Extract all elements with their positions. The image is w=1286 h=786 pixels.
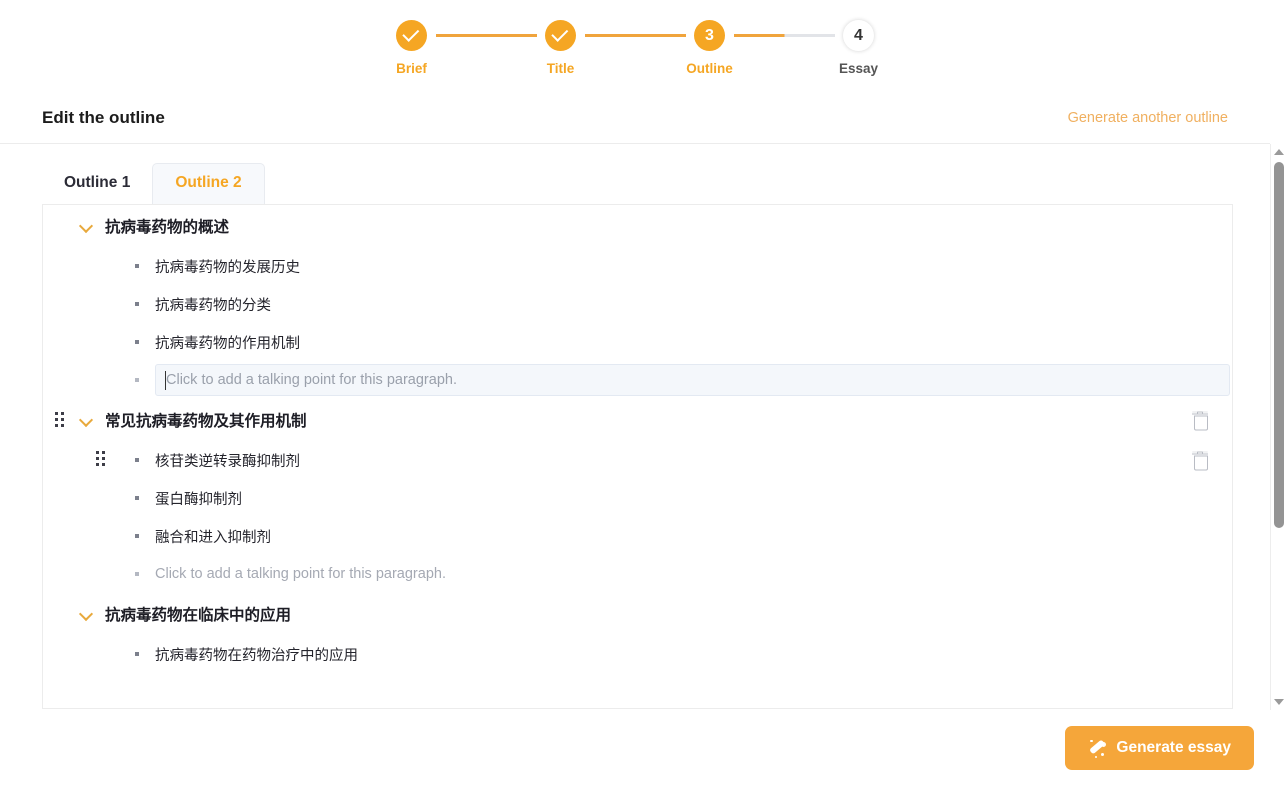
scroll-down-button[interactable]	[1271, 694, 1286, 710]
stepper-step-outline[interactable]: 3 Outline	[686, 20, 734, 76]
talking-point-text: 核苷类逆转录酶抑制剂	[155, 453, 300, 470]
outline-section-header[interactable]: 抗病毒药物在临床中的应用	[43, 593, 1232, 635]
chevron-down-icon[interactable]	[79, 219, 93, 233]
text-caret	[165, 371, 166, 390]
stepper-connector-3	[733, 34, 835, 37]
outline-section: 常见抗病毒药物及其作用机制核苷类逆转录酶抑制剂 蛋白酶抑制剂融合和进入抑制剂 Cli…	[43, 399, 1232, 593]
outline-section-header[interactable]: 抗病毒药物的概述	[43, 205, 1232, 247]
stepper-step-brief[interactable]: Brief	[388, 20, 436, 76]
tab-outline-2[interactable]: Outline 2	[152, 163, 265, 204]
stepper-step-label: Brief	[396, 61, 427, 76]
stepper-step-title[interactable]: Title	[537, 20, 585, 76]
scrollbar-thumb[interactable]	[1274, 162, 1284, 528]
bullet-icon	[135, 378, 139, 382]
talking-point-text: 抗病毒药物的作用机制	[155, 335, 300, 352]
stepper-step-label: Outline	[686, 61, 733, 76]
magic-wand-icon	[1088, 739, 1107, 758]
outline-section-title: 抗病毒药物在临床中的应用	[105, 607, 292, 624]
check-icon	[402, 24, 420, 42]
outline-editor-page: Brief Title 3 Outline 4 Essay Edit the outlin…	[0, 0, 1286, 786]
bullet-icon	[135, 496, 139, 500]
stepper-step-marker	[396, 20, 427, 51]
talking-point-text: 蛋白酶抑制剂	[155, 491, 242, 508]
stepper-step-marker: 3	[694, 20, 725, 51]
stepper-step-label: Title	[546, 61, 575, 76]
point-drag-handle-icon[interactable]	[96, 451, 110, 467]
page-footer: Generate essay	[0, 710, 1286, 786]
section-drag-handle-icon[interactable]	[55, 412, 69, 428]
tab-outline-1[interactable]: Outline 1	[42, 164, 152, 204]
outline-section-title: 常见抗病毒药物及其作用机制	[105, 413, 307, 430]
chevron-down-icon[interactable]	[79, 413, 93, 427]
outline-panel: 抗病毒药物的概述抗病毒药物的发展历史 抗病毒药物的分类抗病毒药物的作用机制 Clic…	[42, 204, 1233, 709]
outline-section-title: 抗病毒药物的概述	[105, 219, 230, 236]
stepper-connector-2	[584, 34, 686, 37]
generate-essay-label: Generate essay	[1116, 739, 1231, 756]
outline-sections: 抗病毒药物的概述抗病毒药物的发展历史 抗病毒药物的分类抗病毒药物的作用机制 Clic…	[43, 205, 1232, 673]
page-title: Edit the outline	[42, 107, 165, 127]
outline-tabs: Outline 1 Outline 2	[42, 163, 265, 204]
talking-point-text: 抗病毒药物的分类	[155, 297, 271, 314]
generate-another-outline-link[interactable]: Generate another outline	[1068, 110, 1228, 126]
stepper-connector-1	[435, 34, 537, 37]
progress-stepper: Brief Title 3 Outline 4 Essay	[0, 0, 1270, 92]
page-header: Edit the outline Generate another outlin…	[0, 92, 1270, 144]
bullet-icon	[135, 340, 139, 344]
outline-point-row[interactable]: 抗病毒药物在药物治疗中的应用	[43, 635, 1232, 673]
caret-up-icon	[1274, 149, 1284, 155]
outline-point-row[interactable]: 核苷类逆转录酶抑制剂	[43, 441, 1232, 479]
talking-point-text: 抗病毒药物在药物治疗中的应用	[155, 647, 358, 664]
bullet-icon	[135, 534, 139, 538]
outline-point-row[interactable]: 蛋白酶抑制剂	[43, 479, 1232, 517]
bullet-icon	[135, 264, 139, 268]
outline-point-row[interactable]: 抗病毒药物的作用机制	[43, 323, 1232, 361]
outline-section: 抗病毒药物在临床中的应用抗病毒药物在药物治疗中的应用	[43, 593, 1232, 673]
stepper-step-marker: 4	[843, 20, 874, 51]
scroll-up-button[interactable]	[1271, 144, 1286, 160]
talking-point-text: 抗病毒药物的发展历史	[155, 259, 300, 276]
talking-point-text: 融合和进入抑制剂	[155, 529, 271, 546]
stepper-steps: Brief Title 3 Outline 4 Essay	[388, 20, 883, 76]
bullet-icon	[135, 458, 139, 462]
outline-section-header[interactable]: 常见抗病毒药物及其作用机制	[43, 399, 1232, 441]
chevron-down-icon[interactable]	[79, 607, 93, 621]
outline-point-row[interactable]: 抗病毒药物的分类	[43, 285, 1232, 323]
delete-point-icon[interactable]	[1192, 451, 1208, 471]
bullet-icon	[135, 302, 139, 306]
outline-point-row[interactable]: 抗病毒药物的发展历史	[43, 247, 1232, 285]
stepper-step-label: Essay	[838, 61, 879, 76]
delete-section-icon[interactable]	[1192, 411, 1208, 431]
bullet-icon	[135, 652, 139, 656]
vertical-scrollbar[interactable]	[1270, 144, 1286, 710]
check-icon	[551, 24, 569, 42]
outline-point-row[interactable]: Click to add a talking point for this pa…	[43, 555, 1232, 593]
outline-point-row[interactable]: 融合和进入抑制剂	[43, 517, 1232, 555]
talking-point-input[interactable]: Click to add a talking point for this pa…	[155, 364, 1230, 396]
stepper-step-marker	[545, 20, 576, 51]
stepper-step-essay[interactable]: 4 Essay	[835, 20, 883, 76]
generate-essay-button[interactable]: Generate essay	[1065, 726, 1254, 770]
outline-point-row[interactable]: Click to add a talking point for this pa…	[43, 361, 1232, 399]
bullet-icon	[135, 572, 139, 576]
talking-point-placeholder: Click to add a talking point for this pa…	[155, 566, 446, 582]
talking-point-placeholder: Click to add a talking point for this pa…	[166, 372, 457, 388]
outline-section: 抗病毒药物的概述抗病毒药物的发展历史 抗病毒药物的分类抗病毒药物的作用机制 Clic…	[43, 205, 1232, 399]
caret-down-icon	[1274, 699, 1284, 705]
